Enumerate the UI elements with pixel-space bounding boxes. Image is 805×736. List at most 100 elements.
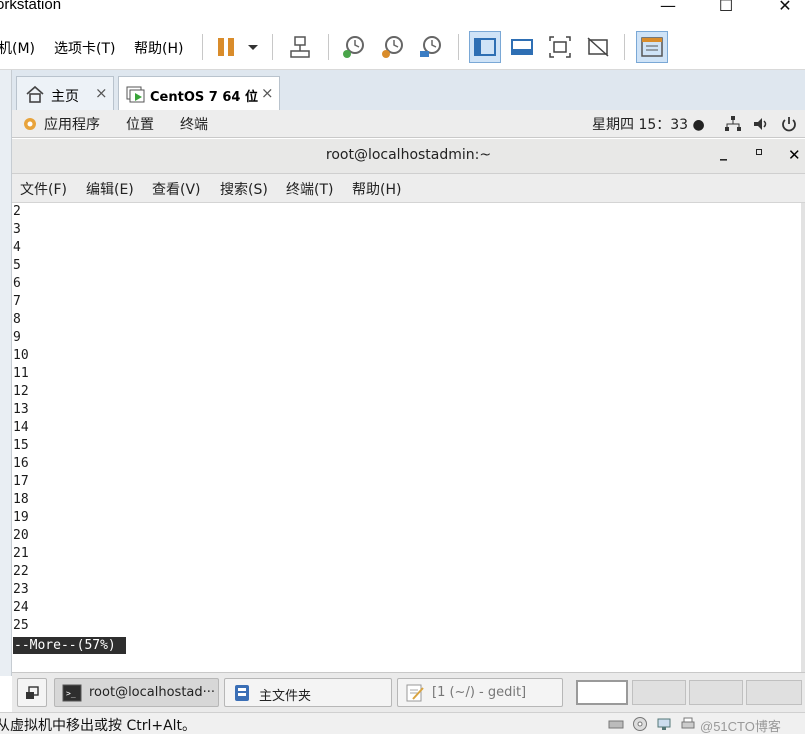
applications-icon (22, 116, 38, 132)
toolbar-divider (202, 34, 203, 60)
workspace-1[interactable] (576, 680, 628, 705)
vm-tab-bar: 主页 × CentOS 7 64 位 × (12, 70, 805, 110)
terminal-line: 9 (13, 330, 21, 345)
menu-help[interactable]: 帮助(H) (134, 38, 183, 58)
fullscreen-icon[interactable] (547, 34, 573, 60)
terminal-line: 17 (13, 474, 29, 489)
menu-terminal[interactable]: 终端 (180, 114, 208, 134)
show-desktop-button[interactable] (17, 678, 47, 707)
tab-home-close-icon[interactable]: × (95, 84, 108, 102)
gnome-top-bar: 应用程序 位置 终端 星期四 15：33 ● (12, 110, 805, 138)
terminal-line: 23 (13, 582, 29, 597)
terminal-line: 21 (13, 546, 29, 561)
terminal-menu-bar: 文件(F) 编辑(E) 查看(V) 搜索(S) 终端(T) 帮助(H) (12, 174, 805, 203)
workspace-2[interactable] (632, 680, 686, 705)
printer-icon[interactable] (680, 716, 696, 732)
terminal-minimize-icon[interactable]: _ (720, 145, 727, 161)
task-file-manager[interactable]: 主文件夹 (224, 678, 392, 707)
tab-home-label: 主页 (51, 89, 79, 105)
task-terminal[interactable]: >_ root@localhostad··· (54, 678, 219, 707)
menu-tabs[interactable]: 选项卡(T) (54, 38, 115, 58)
workspace-3[interactable] (689, 680, 743, 705)
console-view-icon[interactable] (509, 34, 535, 60)
pause-icon[interactable] (214, 34, 240, 60)
terminal-line: 22 (13, 564, 29, 579)
terminal-maximize-icon[interactable] (756, 149, 762, 155)
sidebar-view-icon[interactable] (469, 31, 501, 63)
terminal-line: 13 (13, 402, 29, 417)
volume-icon[interactable] (752, 115, 770, 133)
network-send-icon[interactable] (287, 34, 313, 60)
unity-icon[interactable] (585, 34, 611, 60)
snapshot-take-icon[interactable] (341, 34, 367, 60)
tab-centos[interactable]: CentOS 7 64 位 × (118, 76, 280, 110)
clock[interactable]: 星期四 15：33 ● (592, 114, 705, 134)
gnome-bottom-panel: >_ root@localhostad··· 主文件夹 [1 (~/) - ge… (12, 672, 805, 712)
library-collapsed-strip[interactable] (0, 70, 12, 676)
terminal-icon: >_ (62, 684, 82, 702)
terminal-line: 14 (13, 420, 29, 435)
watermark: @51CTO博客 (700, 719, 781, 734)
terminal-menu-view[interactable]: 查看(V) (152, 179, 201, 199)
menu-vm[interactable]: 机(M) (0, 38, 35, 58)
terminal-output[interactable]: 2 3 4 5 6 7 8 9 10 11 12 13 14 15 16 17 18 19 20 21 22 23 24 25… (12, 203, 801, 672)
power-icon[interactable] (780, 115, 798, 133)
terminal-line: 3 (13, 222, 21, 237)
terminal-menu-terminal[interactable]: 终端(T) (286, 179, 333, 199)
hard-disk-icon[interactable] (608, 716, 624, 732)
terminal-line: 8 (13, 312, 21, 327)
terminal-close-icon[interactable]: ✕ (788, 146, 801, 164)
terminal-line: 15 (13, 438, 29, 453)
terminal-line: 24 (13, 600, 29, 615)
network-icon[interactable] (724, 115, 742, 133)
tab-centos-close-icon[interactable]: × (261, 84, 274, 102)
minimize-icon[interactable]: — (653, 0, 683, 18)
terminal-line: 20 (13, 528, 29, 543)
status-hint: 从虚拟机中移出或按 Ctrl+Alt。 (0, 718, 197, 734)
toolbar-divider (458, 34, 459, 60)
terminal-line: 2 (13, 204, 21, 219)
library-view-icon[interactable] (636, 31, 668, 63)
terminal-title: root@localhostadmin:~ (325, 147, 492, 163)
terminal-line: 19 (13, 510, 29, 525)
terminal-line: 18 (13, 492, 29, 507)
chevron-down-icon[interactable] (240, 34, 260, 60)
toolbar-divider (624, 34, 625, 60)
svg-text:>_: >_ (66, 689, 76, 698)
snapshot-revert-icon[interactable] (380, 34, 406, 60)
vm-running-icon (125, 85, 147, 105)
close-icon[interactable]: ✕ (770, 0, 800, 18)
file-manager-icon (232, 684, 252, 702)
terminal-title-bar: root@localhostadmin:~ _ ✕ (12, 139, 805, 174)
terminal-menu-file[interactable]: 文件(F) (20, 179, 67, 199)
toolbar-divider (272, 34, 273, 60)
show-desktop-icon (24, 685, 40, 701)
menu-applications[interactable]: 应用程序 (44, 114, 100, 134)
terminal-menu-edit[interactable]: 编辑(E) (86, 179, 134, 199)
snapshot-manager-icon[interactable] (418, 34, 444, 60)
terminal-line: 11 (13, 366, 29, 381)
network-adapter-icon[interactable] (656, 716, 672, 732)
tab-centos-label: CentOS 7 64 位 (150, 90, 258, 105)
vmware-title-bar: orkstation — ☐ ✕ (0, 0, 805, 24)
menu-places[interactable]: 位置 (126, 114, 154, 134)
task-gedit[interactable]: [1 (~/) - gedit] (397, 678, 563, 707)
terminal-line: 16 (13, 456, 29, 471)
workspace-4[interactable] (746, 680, 802, 705)
task-file-manager-label: 主文件夹 (259, 689, 312, 704)
maximize-icon[interactable]: ☐ (711, 0, 741, 18)
terminal-scrollbar[interactable] (801, 203, 805, 672)
window-title: orkstation (0, 0, 62, 13)
task-gedit-label: [1 (~/) - gedit] (432, 685, 527, 700)
tab-home[interactable]: 主页 × (16, 76, 114, 110)
vmware-status-bar: 从虚拟机中移出或按 Ctrl+Alt。 @51CTO博客 (0, 712, 805, 734)
cd-dvd-icon[interactable] (632, 716, 648, 732)
terminal-menu-search[interactable]: 搜索(S) (220, 179, 268, 199)
terminal-line: 7 (13, 294, 21, 309)
terminal-line: 25 (13, 618, 29, 633)
terminal-line: 12 (13, 384, 29, 399)
task-terminal-label: root@localhostad··· (89, 685, 216, 700)
terminal-menu-help[interactable]: 帮助(H) (352, 179, 401, 199)
terminal-line: 4 (13, 240, 21, 255)
terminal-lines: 2 3 4 5 6 7 8 9 10 11 12 13 14 15 16 17 18 19 20 21 22 23 24 25 (13, 203, 29, 635)
